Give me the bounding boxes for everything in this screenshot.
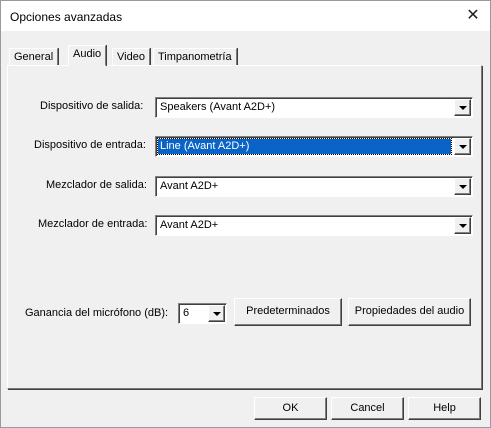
chevron-down-icon[interactable] <box>454 178 471 195</box>
tab-audio[interactable]: Audio <box>68 45 107 66</box>
output-mixer-label: Mezclador de salida: <box>46 179 147 191</box>
output-mixer-value: Avant A2D+ <box>160 180 219 192</box>
output-device-select[interactable]: Speakers (Avant A2D+) <box>155 97 473 118</box>
ok-button[interactable]: OK <box>254 397 327 420</box>
input-mixer-label: Mezclador de entrada: <box>38 218 148 230</box>
audio-properties-button[interactable]: Propiedades del audio <box>348 298 471 326</box>
tab-timpanometria[interactable]: Timpanometría <box>153 48 237 66</box>
help-button[interactable]: Help <box>408 397 481 420</box>
tab-label: Timpanometría <box>158 51 232 63</box>
mic-gain-label: Ganancia del micrófono (dB): <box>25 307 169 319</box>
chevron-down-icon[interactable] <box>454 138 471 155</box>
tab-label: Video <box>117 51 145 63</box>
chevron-down-icon[interactable] <box>454 217 471 234</box>
output-device-value: Speakers (Avant A2D+) <box>160 101 276 113</box>
input-device-label: Dispositivo de entrada: <box>34 139 146 151</box>
output-mixer-select[interactable]: Avant A2D+ <box>155 176 473 197</box>
close-button[interactable]: ✕ <box>456 1 490 31</box>
input-device-value: Line (Avant A2D+) <box>157 138 452 155</box>
input-device-select[interactable]: Line (Avant A2D+) <box>155 136 473 157</box>
audio-tab-panel: Dispositivo de salida: Speakers (Avant A… <box>7 65 482 389</box>
title-bar: Opciones avanzadas ✕ <box>1 1 490 31</box>
output-device-label: Dispositivo de salida: <box>40 100 144 112</box>
tab-general[interactable]: General <box>9 48 59 66</box>
tab-label: General <box>14 51 54 63</box>
mic-gain-value: 6 <box>183 307 190 319</box>
cancel-button[interactable]: Cancel <box>331 397 404 420</box>
mic-gain-select[interactable]: 6 <box>178 303 227 324</box>
chevron-down-icon[interactable] <box>208 305 225 322</box>
input-mixer-select[interactable]: Avant A2D+ <box>155 215 473 236</box>
close-icon: ✕ <box>466 7 480 24</box>
input-mixer-value: Avant A2D+ <box>160 219 219 231</box>
defaults-button[interactable]: Predeterminados <box>234 298 342 326</box>
tab-label: Audio <box>73 48 102 60</box>
dialog-window: Opciones avanzadas ✕ General Audio Video… <box>0 0 491 428</box>
chevron-down-icon[interactable] <box>454 99 471 116</box>
tab-video[interactable]: Video <box>112 48 150 66</box>
window-title: Opciones avanzadas <box>10 10 123 24</box>
